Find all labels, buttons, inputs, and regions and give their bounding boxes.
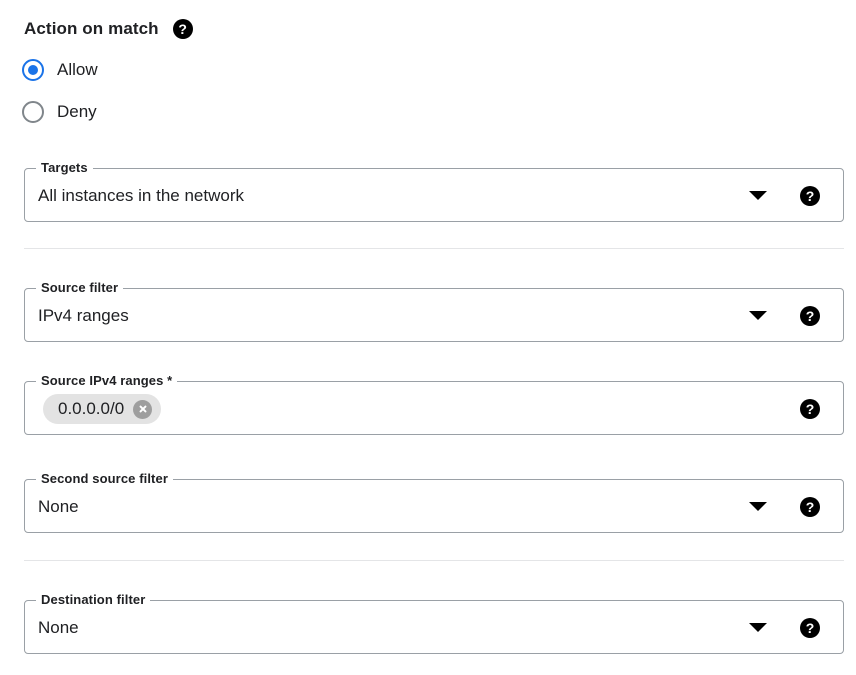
second-source-filter-label: Second source filter [36,471,173,487]
page-title: Action on match [24,19,159,38]
second-source-filter-value: None [38,497,79,516]
radio-indicator-allow[interactable] [22,59,44,81]
chevron-down-icon[interactable] [749,623,767,632]
help-icon[interactable]: ? [172,19,193,39]
help-icon[interactable]: ? [800,497,820,517]
chevron-down-icon[interactable] [749,311,767,320]
help-icon[interactable]: ? [800,186,820,206]
destination-filter-value: None [38,618,79,637]
destination-filter-label: Destination filter [36,592,151,608]
source-filter-select[interactable]: Source filter IPv4 ranges ? [24,280,844,342]
action-on-match-header: Action on match ? [24,18,193,40]
targets-value: All instances in the network [38,186,244,205]
close-circle-icon[interactable] [133,399,153,419]
chip[interactable]: 0.0.0.0/0 [43,394,162,424]
destination-filter-select[interactable]: Destination filter None ? [24,592,844,654]
help-icon[interactable]: ? [800,306,820,326]
firewall-rule-form: Action on match ? Allow Deny Targets All… [0,0,856,675]
radio-label-allow: Allow [57,60,98,79]
second-source-filter-select[interactable]: Second source filter None ? [24,471,844,533]
help-icon[interactable]: ? [800,399,820,419]
source-ipv4-ranges-label: Source IPv4 ranges * [36,373,178,389]
radio-option-allow[interactable]: Allow [22,59,98,81]
radio-option-deny[interactable]: Deny [22,101,97,123]
radio-indicator-deny[interactable] [22,101,44,123]
section-divider [24,560,844,561]
chevron-down-icon[interactable] [749,191,767,200]
help-icon[interactable]: ? [800,618,820,638]
source-ipv4-ranges-input[interactable]: Source IPv4 ranges * 0.0.0.0/0 ? [24,373,844,435]
source-filter-value: IPv4 ranges [38,306,129,325]
radio-label-deny: Deny [57,102,97,121]
chevron-down-icon[interactable] [749,502,767,511]
section-divider [24,248,844,249]
chip-label: 0.0.0.0/0 [58,399,125,418]
targets-select[interactable]: Targets All instances in the network ? [24,160,844,222]
source-filter-label: Source filter [36,280,124,296]
targets-label: Targets [36,160,93,176]
